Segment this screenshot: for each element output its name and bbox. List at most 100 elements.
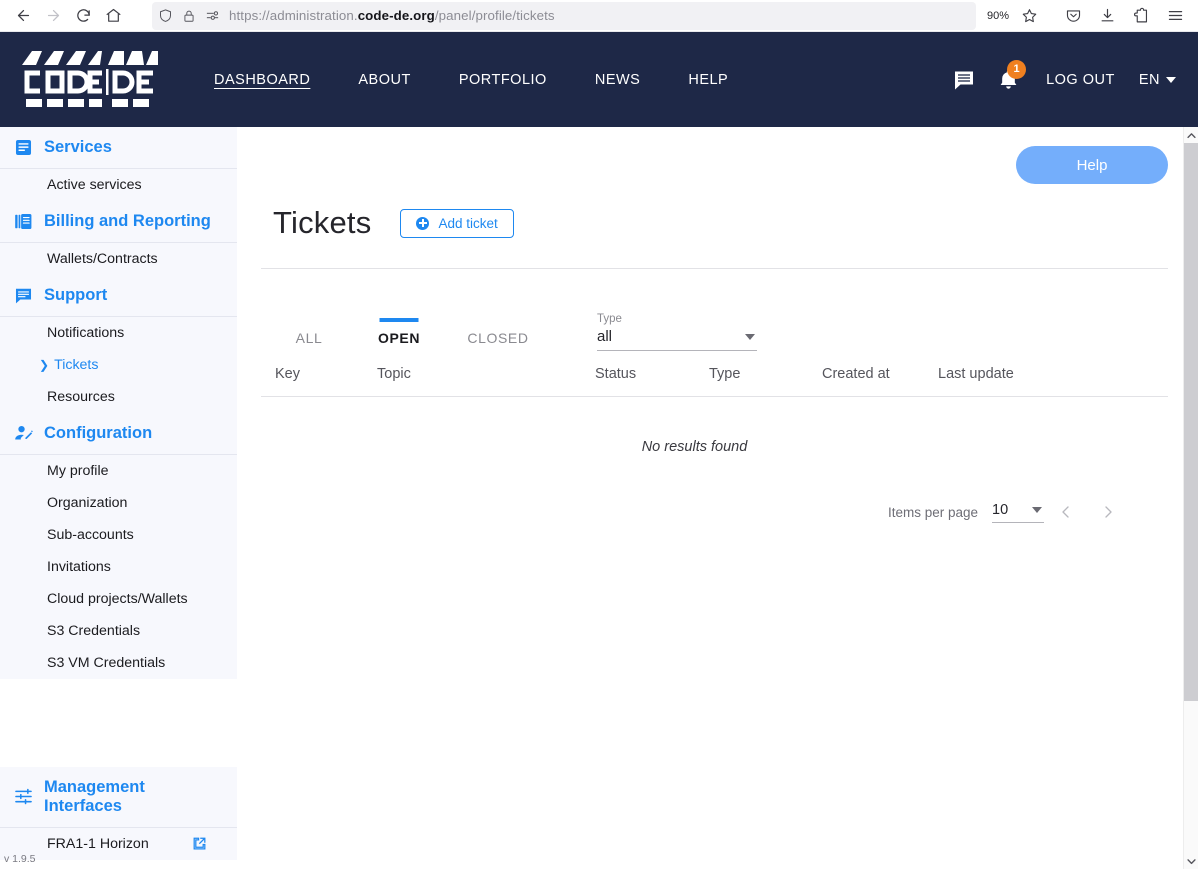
page-scrollbar[interactable] [1183,127,1198,869]
column-header-type[interactable]: Type [709,366,822,382]
chevron-down-icon [1032,506,1042,513]
help-button[interactable]: Help [1016,146,1168,184]
header-actions: 1 LOG OUT EN [942,58,1180,102]
notification-count-badge: 1 [1007,59,1027,79]
tab-open-label: OPEN [377,330,421,346]
sidebar-section-configuration: Configuration My profile Organization Su… [0,413,237,679]
scroll-up-button[interactable] [1184,127,1198,143]
help-row: Help [261,127,1168,184]
sidebar-item-my-profile[interactable]: My profile [0,455,237,487]
sidebar-section-title: Services [44,138,112,157]
items-per-page-value: 10 [992,501,1009,518]
sidebar-item-label: FRA1-1 Horizon [47,835,149,852]
next-page-button[interactable] [1088,492,1128,532]
tab-all[interactable]: ALL [275,330,343,358]
sidebar-item-resources[interactable]: Resources [0,381,237,413]
type-filter-value: all [597,328,613,345]
column-header-status[interactable]: Status [595,366,709,382]
plus-circle-icon [416,216,430,230]
back-button[interactable] [8,1,38,31]
sidebar-item-cloud-projects-wallets[interactable]: Cloud projects/Wallets [0,583,237,615]
tab-open[interactable]: OPEN [365,318,433,358]
nav-help[interactable]: HELP [664,66,752,94]
download-icon[interactable] [1092,1,1122,31]
sidebar-item-s3-credentials[interactable]: S3 Credentials [0,615,237,647]
logout-button[interactable]: LOG OUT [1030,66,1129,94]
items-per-page-select[interactable]: 10 [992,502,1044,523]
add-ticket-button[interactable]: Add ticket [400,208,514,238]
hamburger-menu-icon[interactable] [1160,1,1190,31]
address-bar[interactable]: https://administration.code-de.org/panel… [152,1,976,30]
notifications-bell-icon[interactable]: 1 [986,58,1030,102]
sidebar-section-title: Support [44,286,108,305]
sidebar-section-header-configuration[interactable]: Configuration [0,413,237,455]
sidebar-section-header-support[interactable]: Support [0,275,237,317]
nav-portfolio[interactable]: PORTFOLIO [435,66,571,94]
lock-icon[interactable] [182,9,196,23]
message-icon[interactable] [942,58,986,102]
sidebar-item-tickets[interactable]: ❯ Tickets [0,349,237,381]
article-list-icon [14,138,33,157]
site-header: DASHBOARD ABOUT PORTFOLIO NEWS HELP 1 LO… [0,32,1198,127]
url-text: https://administration.code-de.org/panel… [229,8,555,23]
pocket-icon[interactable] [1058,1,1088,31]
sidebar-item-active-services[interactable]: Active services [0,169,237,201]
column-header-topic[interactable]: Topic [377,366,595,382]
type-filter-label: Type [597,313,622,325]
sidebar: Services Active services Billing and Rep… [0,127,237,869]
bookmark-star-icon[interactable] [1014,1,1044,31]
sidebar-item-invitations[interactable]: Invitations [0,551,237,583]
type-filter-select[interactable]: all [597,328,757,351]
sidebar-section-support: Support Notifications ❯ Tickets Resource… [0,275,237,413]
language-selector[interactable]: EN [1129,66,1180,94]
chevron-right-icon: ❯ [39,358,50,372]
manage-accounts-icon [14,424,33,443]
sidebar-item-organization[interactable]: Organization [0,487,237,519]
page-title: Tickets [273,205,372,240]
column-header-key[interactable]: Key [275,366,377,382]
sidebar-item-notifications[interactable]: Notifications [0,317,237,349]
sidebar-item-sub-accounts[interactable]: Sub-accounts [0,519,237,551]
sidebar-section-management-interfaces: Management Interfaces FRA1-1 Horizon [0,767,237,860]
sidebar-item-label: Tickets [54,357,99,373]
language-value: EN [1138,71,1160,88]
sidebar-section-services: Services Active services [0,127,237,201]
sidebar-item-wallets-contracts[interactable]: Wallets/Contracts [0,243,237,275]
column-header-last-update[interactable]: Last update [938,366,1058,382]
home-button[interactable] [98,1,128,31]
extensions-icon[interactable] [1126,1,1156,31]
sidebar-section-header-billing[interactable]: Billing and Reporting [0,201,237,243]
scroll-down-button[interactable] [1184,853,1198,869]
sidebar-section-header-management[interactable]: Management Interfaces [0,767,237,828]
library-books-icon [14,212,33,231]
scrollbar-track[interactable] [1183,143,1198,853]
sidebar-item-s3-vm-credentials[interactable]: S3 VM Credentials [0,647,237,679]
nav-dashboard[interactable]: DASHBOARD [190,66,334,94]
column-header-created-at[interactable]: Created at [822,366,938,382]
shield-icon[interactable] [158,8,173,23]
paginator: Items per page 10 [261,492,1168,532]
nav-about[interactable]: ABOUT [334,66,434,94]
urlbar-container: https://administration.code-de.org/panel… [152,1,1044,31]
zoom-level-badge[interactable]: 90% [981,7,1014,24]
scrollbar-thumb[interactable] [1183,143,1198,701]
permissions-icon[interactable] [205,8,220,23]
code-de-logo[interactable] [20,49,160,111]
tab-closed[interactable]: CLOSED [459,330,537,358]
browser-actions [1058,1,1190,31]
browser-toolbar: https://administration.code-de.org/panel… [0,0,1198,32]
chevron-down-icon [745,333,755,340]
main-content: Help Tickets Add ticket ALL OPEN CLOSED … [237,127,1198,869]
no-results-message: No results found [641,439,748,455]
previous-page-button[interactable] [1046,492,1086,532]
nav-news[interactable]: NEWS [571,66,665,94]
sidebar-section-header-services[interactable]: Services [0,127,237,169]
type-filter: Type all [597,313,757,358]
open-in-new-icon [192,836,207,851]
tune-sliders-icon [14,787,33,806]
sidebar-section-title: Management Interfaces [44,778,145,815]
reload-button[interactable] [68,1,98,31]
sidebar-section-title: Configuration [44,424,153,443]
active-tab-indicator [379,318,419,322]
forward-button[interactable] [38,1,68,31]
